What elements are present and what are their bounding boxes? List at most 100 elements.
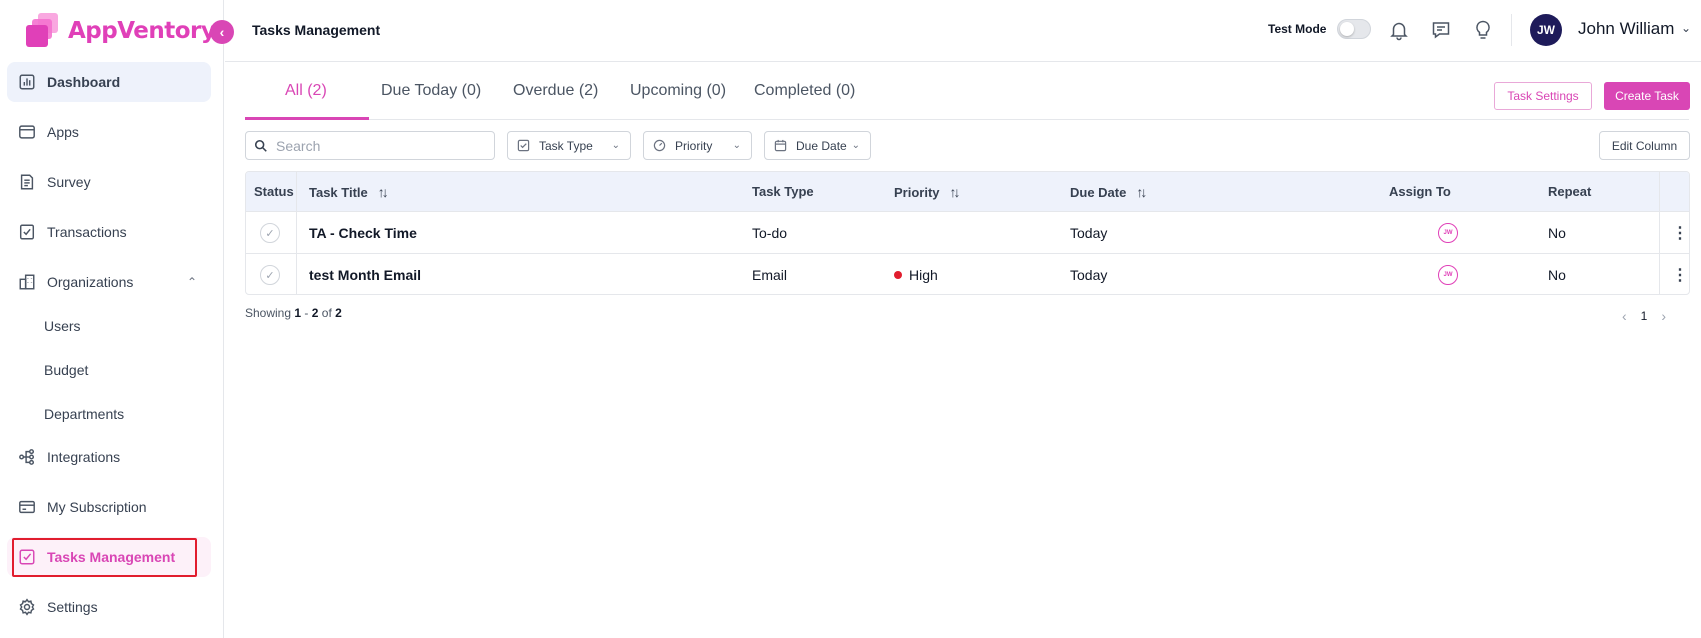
total-count: 2 [335,306,342,320]
integrations-icon [17,447,37,467]
of-label: of [321,306,332,320]
column-header-assign-to: Assign To [1389,184,1451,199]
table-row[interactable]: ✓ TA - Check Time To-do Today JW No ⋮ [246,212,1689,254]
app-root: AppVentory Dashboard Apps Survey Transac [0,0,1701,638]
sidebar-item-budget[interactable]: Budget [44,362,88,378]
tab-all[interactable]: All (2) [285,82,327,100]
task-type-filter[interactable]: Task Type ⌄ [507,131,631,160]
sidebar-item-label: My Subscription [47,499,147,515]
current-page[interactable]: 1 [1641,309,1648,323]
sidebar-item-label: Settings [47,599,98,615]
avatar[interactable]: JW [1530,14,1562,46]
top-header: Tasks Management Test Mode JW John Willi… [225,0,1701,62]
tab-upcoming[interactable]: Upcoming (0) [630,82,726,100]
bell-icon[interactable] [1388,19,1410,41]
column-header-priority[interactable]: Priority ↑↓ [894,184,961,200]
sidebar-item-dashboard[interactable]: Dashboard [7,62,211,102]
pagination: ‹ 1 › [1622,308,1666,324]
sidebar-item-label: Apps [47,124,79,140]
tab-overdue[interactable]: Overdue (2) [513,82,598,100]
priority-dot-icon [894,271,902,280]
sort-icon[interactable]: ↑↓ [1136,184,1147,200]
create-task-button[interactable]: Create Task [1604,82,1690,110]
chevron-down-icon[interactable]: ⌄ [1681,21,1691,35]
tab-due-today[interactable]: Due Today (0) [381,82,481,100]
active-tab-indicator [245,117,369,120]
sidebar: AppVentory Dashboard Apps Survey Transac [0,0,224,638]
priority-filter-label: Priority [675,138,713,153]
task-repeat: No [1548,225,1566,241]
column-header-task-title[interactable]: Task Title ↑↓ [309,184,389,200]
sidebar-item-label: Dashboard [47,74,121,90]
credit-card-icon [17,497,37,517]
column-header-due-date[interactable]: Due Date ↑↓ [1070,184,1147,200]
due-date-filter[interactable]: Due Date ⌄ [764,131,871,160]
search-input[interactable] [276,137,476,154]
table-row[interactable]: ✓ test Month Email Email High Today JW N… [246,254,1689,294]
range-start: 1 [294,306,302,320]
task-repeat: No [1548,267,1566,283]
sidebar-item-organizations[interactable]: Organizations ⌃ [7,262,211,302]
message-icon[interactable] [1430,19,1452,41]
pagination-summary: Showing 1 - 2 of 2 [245,306,342,320]
calendar-icon [774,139,787,152]
sidebar-item-label: Integrations [47,449,121,465]
due-date-filter-label: Due Date [796,138,847,153]
sidebar-item-label: Tasks Management [47,549,176,565]
column-header-repeat: Repeat [1548,184,1592,199]
task-due-date: Today [1070,225,1108,241]
task-title[interactable]: TA - Check Time [309,225,417,241]
edit-column-button[interactable]: Edit Column [1599,131,1690,160]
sidebar-item-label: Transactions [47,224,127,240]
task-type: Email [752,267,788,283]
status-check-icon[interactable]: ✓ [260,223,280,243]
column-header-label: Task Title [309,184,368,200]
gear-icon [17,597,37,617]
sidebar-item-departments[interactable]: Departments [44,406,124,422]
sidebar-item-tasks-management[interactable]: Tasks Management [7,537,211,577]
chevron-left-icon[interactable]: ‹ [1622,308,1627,324]
building-icon [17,272,37,292]
chevron-up-icon[interactable]: ⌃ [187,275,197,289]
sidebar-item-my-subscription[interactable]: My Subscription [7,487,211,527]
task-due-date: Today [1070,267,1108,283]
column-header-label: Due Date [1070,184,1127,200]
tab-completed[interactable]: Completed (0) [754,82,855,100]
app-name: AppVentory [68,18,216,44]
sidebar-item-apps[interactable]: Apps [7,112,211,152]
chevron-right-icon[interactable]: › [1661,308,1666,324]
user-name[interactable]: John William [1578,19,1674,39]
dashboard-icon [17,72,37,92]
sidebar-item-settings[interactable]: Settings [7,587,211,627]
sidebar-item-integrations[interactable]: Integrations [7,437,211,477]
sidebar-item-transactions[interactable]: Transactions [7,212,211,252]
more-options-icon[interactable]: ⋮ [1672,265,1688,285]
window-icon [17,122,37,142]
gauge-icon [653,139,666,152]
page-title: Tasks Management [252,22,381,38]
sidebar-item-survey[interactable]: Survey [7,162,211,202]
test-mode-label: Test Mode [1268,22,1327,36]
task-title[interactable]: test Month Email [309,267,421,283]
sidebar-item-users[interactable]: Users [44,318,81,334]
range-separator: - [304,306,309,320]
chevron-down-icon: ⌄ [851,140,860,151]
chevron-down-icon: ⌄ [732,140,741,151]
task-type-filter-label: Task Type [539,138,593,153]
chevron-down-icon: ⌄ [611,140,620,151]
status-check-icon[interactable]: ✓ [260,265,280,285]
priority-filter[interactable]: Priority ⌄ [643,131,752,160]
column-header-label: Priority [894,184,940,200]
task-settings-button[interactable]: Task Settings [1494,82,1592,110]
tasks-table: Status Task Title ↑↓ Task Type Priority … [245,171,1690,295]
sort-icon[interactable]: ↑↓ [950,184,961,200]
logo-icon [26,13,62,49]
lightbulb-icon[interactable] [1472,19,1494,41]
range-end: 2 [311,306,319,320]
more-options-icon[interactable]: ⋮ [1672,223,1688,243]
collapse-sidebar-button[interactable]: ‹ [210,20,234,44]
table-header: Status Task Title ↑↓ Task Type Priority … [246,172,1689,212]
test-mode-toggle[interactable] [1337,19,1371,39]
sort-icon[interactable]: ↑↓ [378,184,389,200]
app-logo[interactable]: AppVentory [26,10,216,52]
